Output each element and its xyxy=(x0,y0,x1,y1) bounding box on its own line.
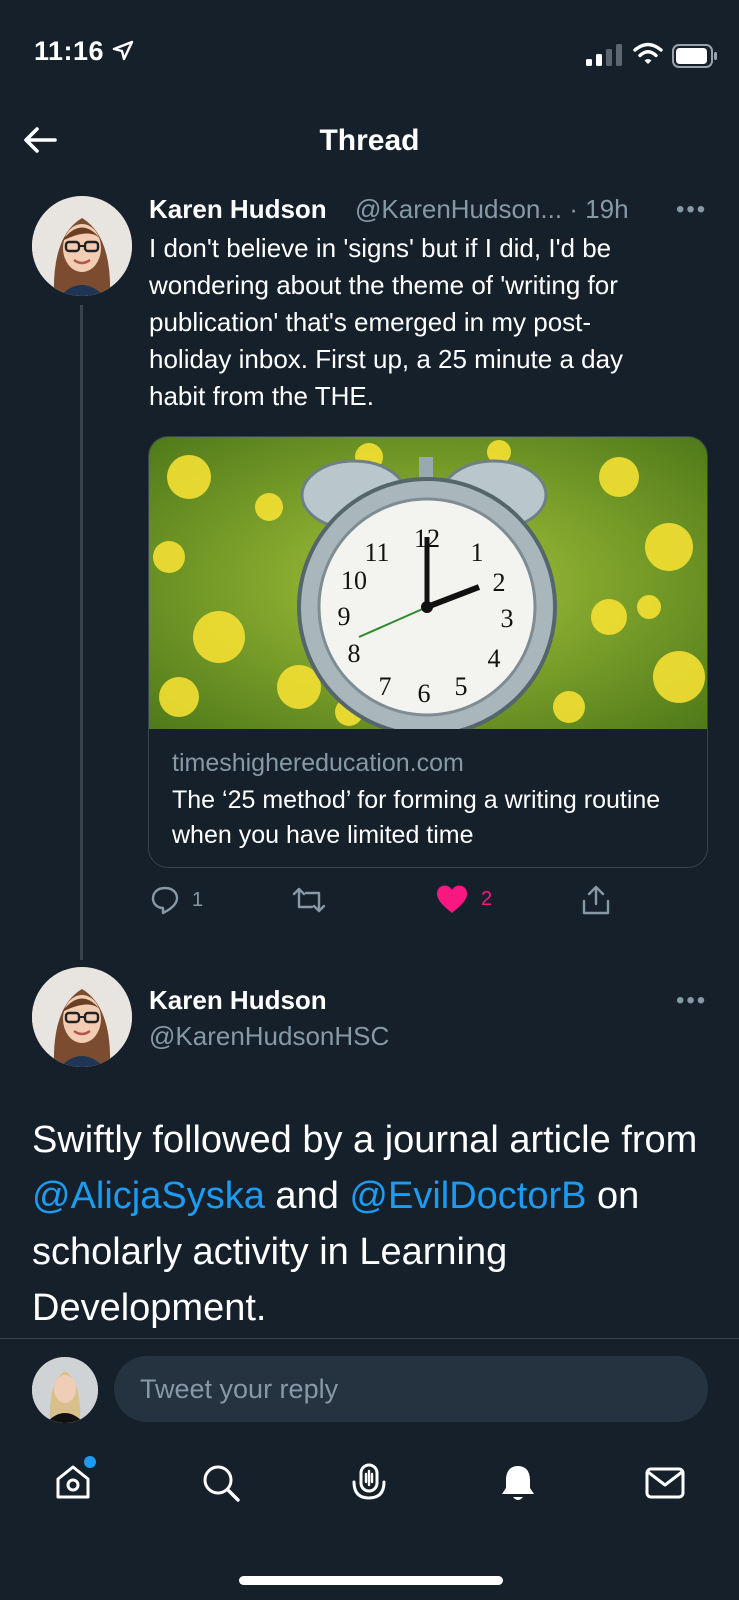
like-button[interactable]: 2 xyxy=(435,884,492,914)
share-button[interactable] xyxy=(580,884,612,916)
author-handle[interactable]: @KarenHudsonHSC xyxy=(149,1021,389,1052)
like-count: 2 xyxy=(481,887,493,910)
mention-link[interactable]: @AlicjaSyska xyxy=(32,1175,265,1217)
more-icon[interactable]: ••• xyxy=(676,987,707,1015)
svg-text:8: 8 xyxy=(348,639,361,668)
author-name[interactable]: Karen Hudson xyxy=(149,985,327,1016)
share-icon xyxy=(582,885,610,915)
location-arrow-icon xyxy=(112,40,134,61)
signal-icon xyxy=(586,44,622,66)
more-icon[interactable]: ••• xyxy=(676,196,707,224)
author-handle-time[interactable]: @KarenHudson... · 19h xyxy=(355,194,629,225)
svg-text:6: 6 xyxy=(418,679,431,708)
reply-icon xyxy=(151,886,179,915)
tweet-text-part: Swiftly followed by a journal article fr… xyxy=(32,1119,698,1161)
reply-count: 1 xyxy=(192,888,204,911)
tweet-line: wondering about the theme of 'writing fo… xyxy=(149,270,618,300)
reply-input[interactable] xyxy=(114,1372,682,1406)
reply-button[interactable]: 1 xyxy=(150,885,203,915)
svg-text:4: 4 xyxy=(488,644,501,673)
svg-text:2: 2 xyxy=(493,568,506,597)
avatar[interactable] xyxy=(32,196,132,296)
thread-line xyxy=(80,305,83,960)
tweet-text: Swiftly followed by a journal article fr… xyxy=(32,1112,722,1336)
tweet-line: I don't believe in 'signs' but if I did,… xyxy=(149,233,612,263)
notifications-icon[interactable] xyxy=(497,1462,539,1504)
card-domain: timeshighereducation.com xyxy=(172,749,464,777)
svg-text:10: 10 xyxy=(341,566,367,595)
my-avatar[interactable] xyxy=(32,1357,98,1423)
retweet-button[interactable] xyxy=(292,885,326,915)
tweet-line: publication' that's emerged in my post- xyxy=(149,307,592,337)
svg-text:7: 7 xyxy=(379,672,392,701)
home-indicator xyxy=(239,1576,503,1585)
reply-field[interactable] xyxy=(114,1356,708,1422)
avatar[interactable] xyxy=(32,967,132,1067)
svg-text:11: 11 xyxy=(364,538,389,567)
home-icon[interactable] xyxy=(53,1462,93,1502)
wifi-icon xyxy=(633,42,663,64)
card-image-alarm-clock: 1212 345 678 91011 xyxy=(149,437,707,729)
status-time: 11:16 xyxy=(34,36,105,66)
search-icon[interactable] xyxy=(200,1462,242,1504)
author-name[interactable]: Karen Hudson xyxy=(149,194,327,225)
divider xyxy=(0,1338,739,1339)
messages-icon[interactable] xyxy=(644,1462,686,1504)
svg-text:3: 3 xyxy=(501,604,514,633)
battery-icon xyxy=(672,44,717,68)
retweet-icon xyxy=(292,887,326,913)
page-title: Thread xyxy=(319,124,420,157)
mention-link[interactable]: @EvilDoctorB xyxy=(349,1175,586,1217)
svg-text:5: 5 xyxy=(455,672,468,701)
card-title: The ‘25 method’ for forming a writing ro… xyxy=(172,786,661,849)
tweet-line: habit from the THE. xyxy=(149,381,374,411)
new-tweets-badge xyxy=(84,1456,96,1468)
tweet-text: I don't believe in 'signs' but if I did,… xyxy=(149,230,729,415)
svg-text:1: 1 xyxy=(471,538,484,567)
tweet-text-part: and xyxy=(264,1175,350,1217)
link-card[interactable]: 1212 345 678 91011 timeshighereducation.… xyxy=(148,436,708,868)
svg-text:9: 9 xyxy=(338,602,351,631)
heart-icon xyxy=(437,885,467,913)
tweet-line: holiday inbox. First up, a 25 minute a d… xyxy=(149,344,624,374)
spaces-icon[interactable] xyxy=(348,1462,390,1504)
